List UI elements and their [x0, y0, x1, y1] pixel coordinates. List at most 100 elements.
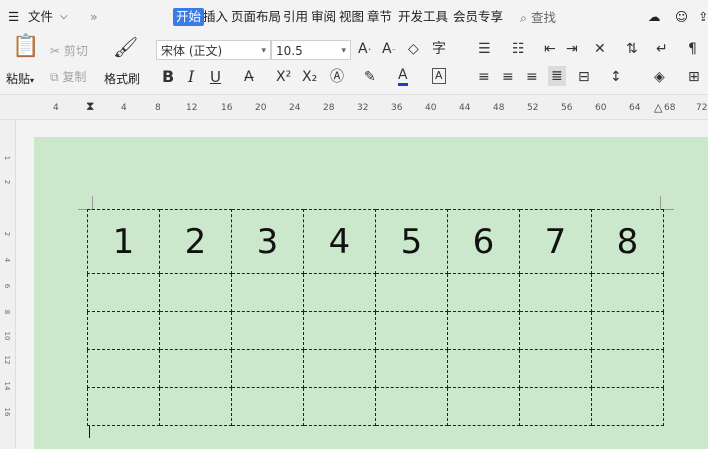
table-cell[interactable]: 4	[303, 209, 376, 274]
borders-icon[interactable]: ⊞	[688, 68, 700, 86]
table-cell[interactable]	[447, 273, 520, 312]
copy-button[interactable]: ⧉ 复制	[50, 68, 86, 85]
table-cell[interactable]	[375, 311, 448, 350]
table-cell[interactable]	[87, 273, 160, 312]
table-cell[interactable]	[87, 349, 160, 388]
highlight-icon[interactable]: ✎	[364, 68, 376, 86]
table-cell[interactable]: 7	[519, 209, 592, 274]
vertical-ruler[interactable]: 1 2 2 4 6 8 10 12 14 16	[0, 120, 16, 449]
increase-indent-icon[interactable]: ⇥	[566, 40, 578, 58]
search-box[interactable]: ⌕ 查找	[520, 7, 556, 26]
table-cell[interactable]: 6	[447, 209, 520, 274]
table-cell[interactable]	[303, 273, 376, 312]
justify-icon[interactable]: ≣	[548, 66, 566, 86]
tab-developer[interactable]: 开发工具	[398, 8, 448, 26]
sort-icon[interactable]: ⇅	[626, 40, 638, 58]
chinese-layout-icon[interactable]: ✕	[594, 40, 606, 58]
table-cell[interactable]	[87, 311, 160, 350]
table-cell[interactable]: 8	[591, 209, 664, 274]
bold-button[interactable]: B	[162, 68, 174, 86]
table-cell[interactable]	[519, 349, 592, 388]
table-cell[interactable]	[159, 273, 232, 312]
numbering-icon[interactable]: ☷	[512, 40, 525, 58]
superscript-icon[interactable]: X²	[276, 68, 291, 86]
font-name-select[interactable]: 宋体 (正文) ▾	[156, 40, 271, 60]
tab-view[interactable]: 视图	[339, 8, 364, 26]
more-icon[interactable]: »	[90, 8, 98, 26]
table-cell[interactable]	[231, 273, 304, 312]
table-cell[interactable]	[447, 311, 520, 350]
align-right-icon[interactable]: ≡	[526, 68, 538, 86]
table-cell[interactable]: 2	[159, 209, 232, 274]
table-cell[interactable]	[375, 349, 448, 388]
tab-home[interactable]: 开始	[173, 8, 205, 26]
table-cell[interactable]	[303, 349, 376, 388]
table-cell[interactable]: 3	[231, 209, 304, 274]
document-table[interactable]: 1 2 3 4 5 6 7 8	[87, 209, 664, 426]
phonetic-icon[interactable]: 字	[432, 40, 446, 58]
distributed-icon[interactable]: ⊟	[578, 68, 590, 86]
text-effect-icon[interactable]: Ⓐ	[330, 68, 344, 86]
table-cell[interactable]	[591, 349, 664, 388]
table-cell[interactable]	[159, 311, 232, 350]
format-painter-icon[interactable]: 🖌	[113, 37, 138, 57]
font-color-icon[interactable]: A	[398, 68, 408, 86]
file-menu[interactable]: 文件	[28, 8, 53, 26]
cut-button[interactable]: ✂ 剪切	[50, 42, 88, 59]
bullets-icon[interactable]: ☰	[478, 40, 491, 58]
table-cell[interactable]	[591, 311, 664, 350]
table-cell[interactable]	[303, 311, 376, 350]
subscript-icon[interactable]: X₂	[302, 68, 317, 86]
paste-button[interactable]: 粘贴▾	[6, 70, 34, 87]
char-border-icon[interactable]: A	[432, 68, 446, 84]
text-direction-icon[interactable]: ↵	[656, 40, 668, 58]
table-cell[interactable]	[159, 349, 232, 388]
table-cell[interactable]	[87, 387, 160, 426]
tab-review[interactable]: 审阅	[311, 8, 336, 26]
line-spacing-icon[interactable]: ↕	[610, 68, 622, 86]
chevron-down-icon[interactable]: ⌵	[60, 8, 68, 26]
grow-font-icon[interactable]: A⁺	[358, 40, 372, 60]
align-center-icon[interactable]: ≡	[502, 68, 514, 86]
right-indent-marker-icon[interactable]: △	[654, 99, 662, 117]
table-cell[interactable]	[375, 273, 448, 312]
table-cell[interactable]	[519, 273, 592, 312]
table-cell[interactable]	[231, 311, 304, 350]
table-cell[interactable]	[447, 349, 520, 388]
left-indent-marker-icon[interactable]: ⧗	[86, 97, 94, 115]
table-cell[interactable]	[591, 387, 664, 426]
tab-member[interactable]: 会员专享	[453, 8, 503, 26]
decrease-indent-icon[interactable]: ⇤	[544, 40, 556, 58]
user-icon[interactable]: ☺	[675, 8, 688, 26]
table-cell[interactable]	[519, 311, 592, 350]
tab-chapter[interactable]: 章节	[367, 8, 392, 26]
shading-icon[interactable]: ◈	[654, 68, 665, 86]
share-icon[interactable]: ⇪	[698, 8, 708, 26]
tab-page-layout[interactable]: 页面布局	[231, 8, 281, 26]
cloud-icon[interactable]: ☁	[648, 8, 661, 26]
table-cell[interactable]	[519, 387, 592, 426]
table-cell[interactable]: 5	[375, 209, 448, 274]
paste-icon[interactable]: 📋	[12, 36, 39, 58]
table-cell[interactable]	[231, 387, 304, 426]
underline-button[interactable]: U	[210, 68, 221, 86]
hamburger-icon[interactable]: ☰	[8, 8, 19, 26]
tab-references[interactable]: 引用	[283, 8, 308, 26]
paragraph-mark-icon[interactable]: ¶	[688, 40, 697, 58]
font-size-select[interactable]: 10.5 ▾	[271, 40, 351, 60]
table-cell[interactable]	[375, 387, 448, 426]
strikethrough-icon[interactable]: A̶	[244, 68, 254, 86]
table-cell[interactable]	[159, 387, 232, 426]
italic-button[interactable]: I	[188, 68, 194, 86]
tab-insert[interactable]: 插入	[203, 8, 228, 26]
format-painter-button[interactable]: 格式刷	[104, 70, 140, 87]
table-cell[interactable]	[591, 273, 664, 312]
table-cell[interactable]	[303, 387, 376, 426]
clear-format-icon[interactable]: ◇	[408, 40, 419, 58]
horizontal-ruler[interactable]: 4 4 8 12 16 20 24 28 32 36 40 44 48 52 5…	[0, 94, 708, 120]
table-cell[interactable]	[231, 349, 304, 388]
shrink-font-icon[interactable]: A⁻	[382, 40, 396, 60]
table-cell[interactable]: 1	[87, 209, 160, 274]
align-left-icon[interactable]: ≡	[478, 68, 490, 86]
table-cell[interactable]	[447, 387, 520, 426]
